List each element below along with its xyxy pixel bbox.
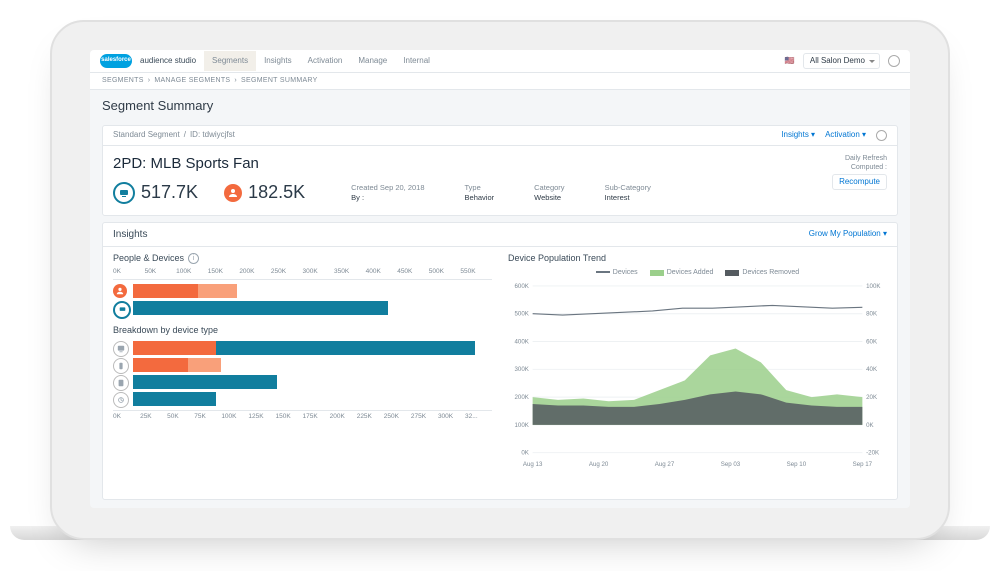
- svg-text:0K: 0K: [866, 421, 874, 428]
- crumb: SEGMENT SUMMARY: [241, 76, 318, 85]
- nav-tab-insights[interactable]: Insights: [256, 51, 300, 71]
- breakdown-title: Breakdown by device type: [113, 325, 492, 337]
- recompute-button[interactable]: Recompute: [832, 174, 887, 190]
- created-label: Created Sep 20, 2018: [351, 183, 424, 192]
- created-by: By :: [351, 193, 424, 203]
- breakdown-chart: [113, 341, 492, 406]
- nav-tab-segments[interactable]: Segments: [204, 51, 256, 71]
- segment-id-value: tdwiycjfst: [202, 130, 234, 140]
- bar-row-other: [113, 392, 492, 406]
- insights-dropdown[interactable]: Insights ▾: [781, 130, 815, 141]
- svg-text:Sep 17: Sep 17: [853, 461, 873, 468]
- tablet-icon: [113, 375, 127, 389]
- hbar2-axis: 0K25K50K75K100K125K150K175K200K225K250K2…: [113, 410, 492, 423]
- meta-category-value: Website: [534, 193, 564, 203]
- nav-tabs: Segments Insights Activation Manage Inte…: [204, 51, 438, 71]
- mobile-icon: [113, 358, 127, 372]
- svg-text:0K: 0K: [521, 449, 529, 456]
- crumb[interactable]: MANAGE SEGMENTS: [154, 76, 230, 85]
- svg-text:40K: 40K: [866, 366, 878, 373]
- trend-title: Device Population Trend: [508, 253, 887, 265]
- svg-text:200K: 200K: [515, 394, 530, 401]
- svg-text:600K: 600K: [515, 282, 530, 289]
- svg-text:Aug 20: Aug 20: [589, 461, 609, 468]
- svg-text:100K: 100K: [866, 282, 881, 289]
- salesforce-logo-icon: salesforce: [100, 54, 132, 68]
- insights-card: Insights Grow My Population ▾ People & D…: [102, 222, 898, 500]
- product-name: audience studio: [140, 56, 196, 66]
- trend-column: Device Population Trend Devices Devices …: [508, 253, 887, 474]
- flag-icon: 🇺🇸: [785, 56, 795, 66]
- svg-text:400K: 400K: [515, 338, 530, 345]
- segment-id-label: ID:: [190, 130, 200, 140]
- screen: salesforce audience studio Segments Insi…: [90, 50, 910, 508]
- laptop-frame: salesforce audience studio Segments Insi…: [50, 20, 950, 540]
- people-icon: [224, 184, 242, 202]
- people-icon: [113, 284, 127, 298]
- segment-name: 2PD: MLB Sports Fan: [113, 154, 887, 174]
- nav-tab-manage[interactable]: Manage: [350, 51, 395, 71]
- svg-text:100K: 100K: [515, 421, 530, 428]
- trend-legend: Devices Devices Added Devices Removed: [508, 268, 887, 277]
- bar-row-mobile: [113, 358, 492, 372]
- breadcrumb: SEGMENTS› MANAGE SEGMENTS› SEGMENT SUMMA…: [90, 73, 910, 90]
- bar-row-desktop: [113, 341, 492, 355]
- svg-text:60K: 60K: [866, 338, 878, 345]
- meta-type-label: Type: [465, 183, 481, 192]
- meta-subcat-label: Sub-Category: [605, 183, 651, 192]
- crumb[interactable]: SEGMENTS: [102, 76, 144, 85]
- svg-text:Aug 13: Aug 13: [523, 461, 543, 468]
- activation-dropdown[interactable]: Activation ▾: [825, 130, 866, 141]
- people-count: 182.5K: [248, 181, 305, 204]
- bar-row-people: [113, 284, 492, 298]
- nav-tab-internal[interactable]: Internal: [395, 51, 438, 71]
- meta-subcat-value: Interest: [605, 193, 651, 203]
- meta-type-value: Behavior: [465, 193, 495, 203]
- people-devices-column: People & Devices i 0K50K100K150K200K250K…: [113, 253, 492, 474]
- device-icon: [113, 301, 127, 315]
- grow-population-dropdown[interactable]: Grow My Population ▾: [809, 229, 887, 239]
- svg-text:300K: 300K: [515, 366, 530, 373]
- segment-card: Standard Segment / ID: tdwiycjfst Insigh…: [102, 125, 898, 216]
- settings-gear-icon[interactable]: [888, 55, 900, 67]
- other-device-icon: [113, 392, 127, 406]
- svg-text:Aug 27: Aug 27: [655, 461, 675, 468]
- info-icon[interactable]: i: [188, 253, 199, 264]
- page-title: Segment Summary: [102, 98, 898, 115]
- nav-tab-activation[interactable]: Activation: [300, 51, 351, 71]
- trend-chart: 0K 100K 200K 300K 400K 500K 600K -20K 0K 20K 40K 60…: [508, 280, 887, 470]
- devices-count: 517.7K: [141, 181, 198, 204]
- svg-text:Sep 03: Sep 03: [721, 461, 741, 468]
- meta-category-label: Category: [534, 183, 564, 192]
- svg-text:Sep 10: Sep 10: [787, 461, 807, 468]
- segment-settings-icon[interactable]: [876, 130, 887, 141]
- svg-text:500K: 500K: [515, 310, 530, 317]
- svg-text:20K: 20K: [866, 394, 878, 401]
- device-icon: [113, 182, 135, 204]
- insights-title: Insights: [113, 228, 147, 241]
- people-devices-title: People & Devices: [113, 253, 184, 265]
- hbar1-axis: 0K50K100K150K200K250K300K350K400K450K500…: [113, 268, 492, 279]
- desktop-icon: [113, 341, 127, 355]
- account-switcher[interactable]: All Salon Demo: [803, 53, 880, 69]
- recompute-block: Daily Refresh Computed : Recompute: [832, 154, 887, 191]
- segment-type-label: Standard Segment: [113, 130, 180, 140]
- people-devices-chart: [113, 284, 492, 315]
- bar-row-tablet: [113, 375, 492, 389]
- svg-text:-20K: -20K: [866, 449, 880, 456]
- svg-text:80K: 80K: [866, 310, 878, 317]
- top-nav: salesforce audience studio Segments Insi…: [90, 50, 910, 73]
- bar-row-devices: [113, 301, 492, 315]
